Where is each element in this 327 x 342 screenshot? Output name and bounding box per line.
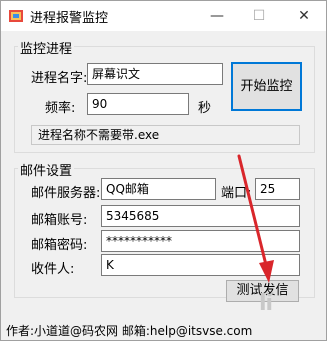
- hint-text: 进程名称不需要带.exe: [31, 125, 300, 145]
- start-monitor-button[interactable]: 开始监控: [231, 62, 302, 111]
- footer-author-text: 作者:小道道@码农网 邮箱:help@itsvse.com: [6, 324, 253, 338]
- port-label: 端口:: [221, 186, 252, 201]
- recipient-label: 收件人:: [31, 262, 75, 277]
- mail-account-input[interactable]: 5345685: [101, 205, 300, 227]
- window-title: 进程报警监控: [30, 11, 109, 26]
- mail-account-label: 邮箱账号:: [31, 213, 88, 228]
- app-window: 进程报警监控 — ☐ ✕ 监控进程 进程名字: 屏幕识文 频率: 90 秒 开始…: [0, 0, 327, 341]
- frequency-label: 频率:: [45, 101, 76, 116]
- monitor-group-title: 监控进程: [18, 38, 75, 57]
- app-icon: [9, 10, 23, 22]
- process-name-input[interactable]: 屏幕识文: [87, 63, 223, 85]
- process-name-label: 进程名字:: [31, 71, 88, 86]
- mail-password-label: 邮箱密码:: [31, 238, 88, 253]
- frequency-unit: 秒: [198, 101, 212, 116]
- mail-group-title: 邮件设置: [18, 160, 75, 179]
- minimize-button[interactable]: —: [197, 1, 237, 31]
- recipient-input[interactable]: K: [101, 254, 300, 276]
- maximize-button[interactable]: ☐: [239, 1, 279, 31]
- frequency-input[interactable]: 90: [87, 93, 189, 115]
- mail-password-input[interactable]: ***********: [101, 230, 300, 252]
- title-bar[interactable]: 进程报警监控 — ☐ ✕: [1, 1, 326, 31]
- mail-server-input[interactable]: QQ邮箱: [101, 178, 216, 200]
- close-button[interactable]: ✕: [284, 1, 324, 31]
- watermark-logo: lǐ: [259, 291, 273, 316]
- port-input[interactable]: 25: [255, 178, 300, 200]
- mail-server-label: 邮件服务器:: [31, 186, 101, 201]
